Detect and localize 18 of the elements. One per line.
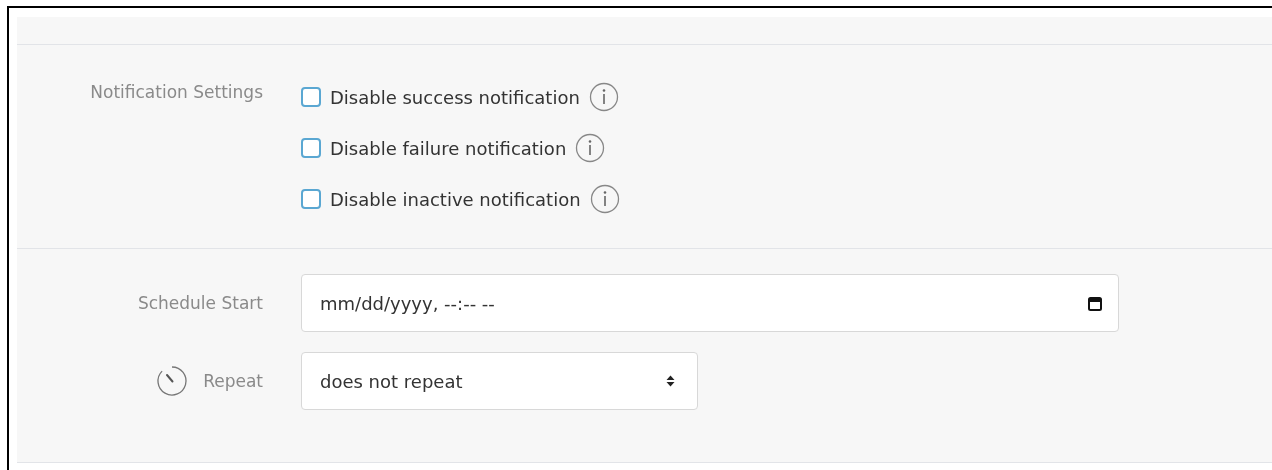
- sort-caret-icon: [666, 375, 675, 387]
- section-label: Notification Settings: [90, 82, 263, 102]
- checkbox[interactable]: [301, 189, 321, 209]
- checkbox-label: Disable inactive notification: [330, 188, 581, 210]
- info-icon[interactable]: [589, 184, 620, 214]
- checkbox[interactable]: [301, 138, 321, 158]
- info-icon[interactable]: [575, 133, 606, 163]
- field-label: Schedule Start: [137, 293, 263, 313]
- date-time-field[interactable]: mm/dd/yyyy, --:-- --: [301, 274, 1119, 332]
- field-label: Repeat: [203, 371, 263, 391]
- checkbox-label: Disable failure notification: [330, 137, 567, 159]
- calendar-icon[interactable]: [1088, 295, 1102, 311]
- checkbox[interactable]: [301, 87, 321, 107]
- date-placeholder: mm/dd/yyyy, --:-- --: [320, 292, 496, 314]
- repeat-select[interactable]: does not repeat: [301, 352, 698, 410]
- timer-icon: [155, 364, 190, 398]
- info-icon[interactable]: [588, 82, 619, 112]
- checkbox-label: Disable success notification: [330, 86, 580, 108]
